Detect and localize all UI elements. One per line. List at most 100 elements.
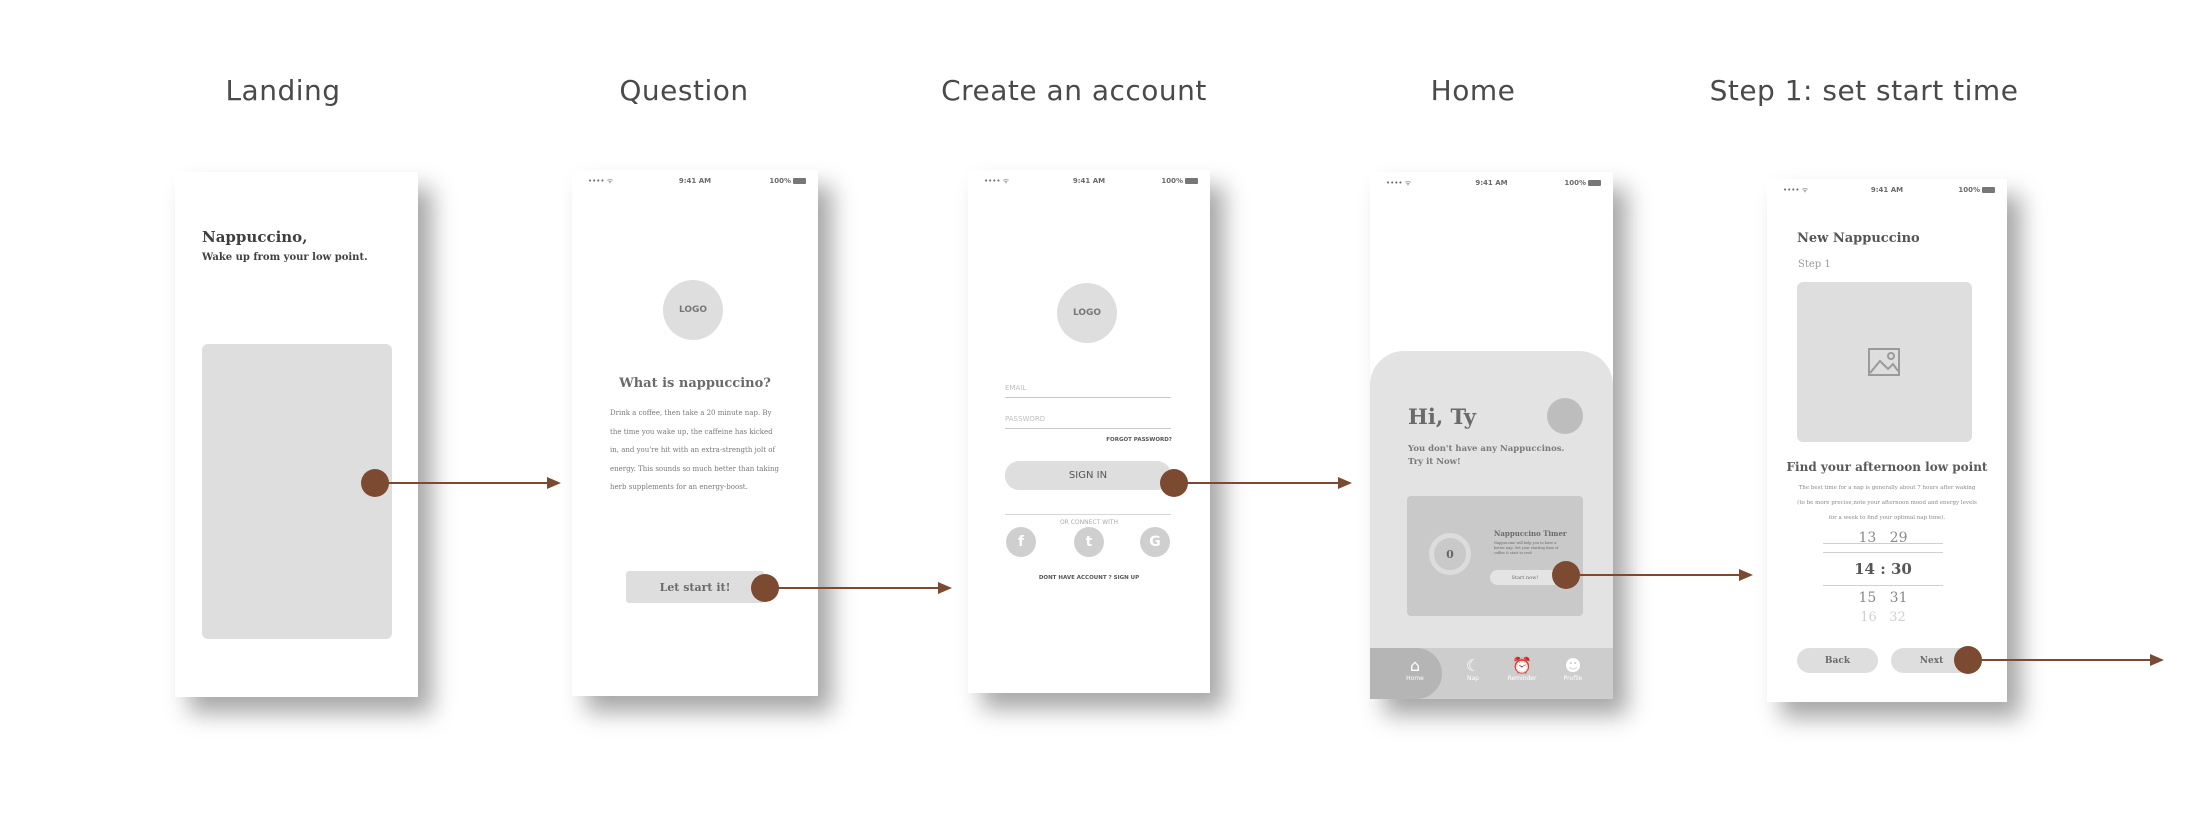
home-screen: •••• ᯤ 9:41 AM 100% Hi, Ty You don't hav…: [1370, 172, 1613, 699]
moon-icon: ☾: [1465, 656, 1481, 675]
step1-description: The best time for a nap is generally abo…: [1767, 481, 2007, 526]
status-bar: •••• ᯤ 9:41 AM 100%: [968, 170, 1210, 192]
landing-tagline: Wake up from your low point.: [202, 252, 368, 263]
back-button[interactable]: Back: [1797, 648, 1878, 673]
wheel-row: 13 29: [1823, 530, 1943, 546]
body-line: in, and you're hit with an extra-strengt…: [610, 446, 776, 454]
wheel-hour: 13: [1858, 530, 1877, 546]
step1-heading: Find your afternoon low point: [1786, 460, 1988, 474]
tab-home[interactable]: ⌂ Home: [1390, 648, 1440, 698]
arrowhead-icon: [1739, 569, 1753, 581]
wheel-row: 15 31: [1823, 590, 1943, 606]
wheel-row-selected: 14 : 30: [1854, 560, 1912, 578]
status-bar: •••• ᯤ 9:41 AM 100%: [1370, 172, 1613, 194]
arrowhead-icon: [2150, 654, 2164, 666]
forgot-password-link[interactable]: FORGOT PASSWORD?: [1106, 437, 1172, 443]
wheel-hour: 15: [1858, 590, 1877, 606]
desc-line: (to be more precise,note your afternoon …: [1797, 500, 1977, 506]
arrowhead-icon: [547, 477, 561, 489]
arrowhead-icon: [1338, 477, 1352, 489]
password-field[interactable]: PASSWORD: [1005, 415, 1171, 429]
wheel-hour: 16: [1860, 610, 1877, 625]
status-bar: •••• ᯤ 9:41 AM 100%: [572, 170, 818, 192]
status-bar: •••• ᯤ 9:41 AM 100%: [1767, 179, 2007, 201]
logo-placeholder: LOGO: [1057, 283, 1117, 343]
desc-line: for a week to find your optimal nap time…: [1828, 515, 1946, 521]
battery-label: 100%: [1161, 177, 1183, 185]
card-title: Nappuccino Timer: [1494, 529, 1567, 538]
battery-icon: [1982, 187, 1995, 193]
timer-dial: 0: [1429, 533, 1471, 575]
tab-label: Nap: [1467, 675, 1479, 682]
title-home: Home: [1430, 74, 1516, 107]
tab-label: Reminder: [1507, 675, 1537, 682]
arrowhead-icon: [938, 582, 952, 594]
avatar[interactable]: [1547, 398, 1583, 434]
card-description: Nappuccino will help you to have a bette…: [1494, 541, 1559, 555]
tab-nap[interactable]: ☾ Nap: [1448, 648, 1498, 698]
signup-row: DONT HAVE ACCOUNT ? SIGN UP: [968, 575, 1210, 581]
email-field[interactable]: EMAIL: [1005, 384, 1171, 398]
facebook-icon[interactable]: f: [1006, 527, 1036, 557]
signup-link[interactable]: SIGN UP: [1114, 575, 1140, 581]
logo-placeholder: LOGO: [663, 280, 723, 340]
wheel-minute: 29: [1889, 530, 1908, 546]
home-greeting: Hi, Ty: [1408, 404, 1476, 429]
home-message-line: Try it Now!: [1408, 457, 1461, 467]
wheel-minute: 32: [1889, 610, 1906, 625]
tab-reminder[interactable]: ⏰ Reminder: [1497, 648, 1547, 698]
start-now-button[interactable]: Start now!: [1490, 570, 1560, 585]
wheel-minute: 30: [1890, 560, 1912, 578]
flow-connector-line: [375, 482, 547, 484]
sign-in-button[interactable]: SIGN IN: [1005, 461, 1171, 490]
question-body: Drink a coffee, then take a 20 minute na…: [610, 404, 779, 497]
wheel-divider: [1823, 552, 1943, 553]
tab-profile[interactable]: ☻ Profile: [1548, 648, 1598, 698]
battery-icon: [1588, 180, 1601, 186]
lets-start-button[interactable]: Let start it!: [626, 571, 764, 603]
home-message-line: You don't have any Nappuccinos.: [1408, 444, 1565, 454]
flow-connector-line: [1968, 659, 2152, 661]
wheel-minute: 31: [1889, 590, 1908, 606]
title-step1: Step 1: set start time: [1709, 74, 2019, 107]
timer-card: 0 Nappuccino Timer Nappuccino will help …: [1407, 496, 1583, 616]
home-message: You don't have any Nappuccinos. Try it N…: [1408, 443, 1565, 469]
home-icon: ⌂: [1409, 656, 1421, 675]
flow-connector-line: [765, 587, 938, 589]
home-panel: Hi, Ty You don't have any Nappuccinos. T…: [1370, 351, 1613, 699]
wheel-divider: [1823, 585, 1943, 586]
wheel-hour: 14: [1854, 560, 1875, 578]
image-icon: [1868, 348, 1900, 376]
step1-image-placeholder: [1797, 282, 1972, 442]
step1-label: Step 1: [1798, 259, 1831, 270]
wheel-row: 16 32: [1823, 610, 1943, 625]
signup-prompt: DONT HAVE ACCOUNT ?: [1038, 575, 1112, 581]
question-screen: •••• ᯤ 9:41 AM 100% LOGO What is nappucc…: [572, 170, 818, 696]
tab-label: Home: [1406, 675, 1424, 682]
desc-line: The best time for a nap is generally abo…: [1798, 485, 1976, 491]
step1-title: New Nappuccino: [1797, 231, 1920, 246]
title-create-account: Create an account: [941, 74, 1207, 107]
person-icon: ☻: [1564, 656, 1582, 675]
title-question: Question: [619, 74, 749, 107]
account-screen: •••• ᯤ 9:41 AM 100% LOGO EMAIL PASSWORD …: [968, 170, 1210, 693]
flow-connector-line: [1566, 574, 1739, 576]
battery-label: 100%: [1958, 186, 1980, 194]
alarm-icon: ⏰: [1512, 656, 1532, 675]
title-landing: Landing: [225, 74, 341, 107]
flow-connector-line: [1174, 482, 1338, 484]
or-connect-label: OR CONNECT WITH: [1055, 519, 1123, 526]
google-icon[interactable]: G: [1140, 527, 1170, 557]
body-line: Drink a coffee, then take a 20 minute na…: [610, 409, 772, 417]
battery-icon: [793, 178, 806, 184]
body-line: the time you wake up, the caffeine has k…: [610, 427, 773, 436]
tab-bar: ⌂ Home ☾ Nap ⏰ Reminder ☻ Profile: [1370, 648, 1613, 699]
body-line: energy. This sounds so much better than …: [610, 464, 779, 473]
body-line: herb supplements for an energy-boost.: [610, 483, 748, 491]
step1-screen: •••• ᯤ 9:41 AM 100% New Nappuccino Step …: [1767, 179, 2007, 702]
twitter-icon[interactable]: t: [1074, 527, 1104, 557]
landing-app-name: Nappuccino,: [202, 228, 308, 246]
tab-label: Profile: [1563, 675, 1583, 682]
question-heading: What is nappuccino?: [619, 376, 771, 391]
landing-screen: Nappuccino, Wake up from your low point.: [175, 172, 418, 697]
